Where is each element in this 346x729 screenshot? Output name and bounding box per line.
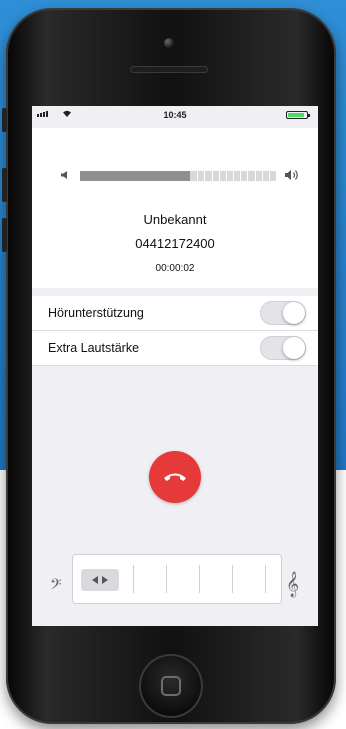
caller-number: 04412172400 <box>135 236 215 251</box>
end-call-button[interactable] <box>149 451 201 503</box>
volume-tick <box>233 171 234 181</box>
volume-tick <box>247 171 248 181</box>
home-button[interactable] <box>139 654 203 718</box>
front-camera <box>164 38 174 48</box>
bass-clef-icon: 𝄢 <box>50 576 62 597</box>
arrow-left-icon <box>92 576 98 584</box>
slider-divider <box>133 565 134 593</box>
volume-slider[interactable] <box>80 171 276 181</box>
mute-switch <box>2 108 7 132</box>
volume-slider-fill <box>80 171 190 181</box>
volume-up-side-button <box>2 168 7 202</box>
speaker-low-icon <box>61 171 67 179</box>
volume-tick <box>226 171 227 181</box>
volume-tick <box>197 171 198 181</box>
call-duration: 00:00:02 <box>155 263 195 274</box>
volume-tick <box>219 171 220 181</box>
slider-divider <box>265 565 266 593</box>
volume-tick <box>212 171 213 181</box>
volume-tick <box>269 171 270 181</box>
volume-down-side-button <box>2 218 7 252</box>
phone-hangup-icon <box>164 473 186 481</box>
volume-tick <box>262 171 263 181</box>
treble-clef-icon: 𝄞 <box>286 572 300 597</box>
caller-name: Unbekannt <box>143 212 207 227</box>
tone-slider[interactable] <box>72 554 282 604</box>
battery-icon <box>286 111 310 119</box>
tone-slider-handle[interactable] <box>81 569 119 591</box>
setting-row-hoerunterstuetzung: Hörunterstützung <box>32 296 318 331</box>
hoerunterstuetzung-toggle[interactable] <box>260 301 306 325</box>
status-bar: 10:45 <box>32 106 318 124</box>
phone-screen: 10:45 Unbekannt 04412172400 00:00:02 Hör… <box>32 106 318 626</box>
slider-divider <box>199 565 200 593</box>
setting-label: Hörunterstützung <box>48 306 144 320</box>
extra-lautstaerke-toggle[interactable] <box>260 336 306 360</box>
call-panel: Unbekannt 04412172400 00:00:02 <box>32 128 318 288</box>
volume-tick <box>204 171 205 181</box>
earpiece-speaker <box>130 66 208 73</box>
arrow-right-icon <box>102 576 108 584</box>
volume-tick <box>255 171 256 181</box>
volume-slider-track <box>190 171 276 181</box>
speaker-high-icon <box>285 170 298 180</box>
settings-list: Hörunterstützung Extra Lautstärke <box>32 296 318 366</box>
setting-row-extra-lautstaerke: Extra Lautstärke <box>32 331 318 366</box>
toggle-knob <box>283 337 305 359</box>
toggle-knob <box>283 302 305 324</box>
setting-label: Extra Lautstärke <box>48 341 140 355</box>
status-time: 10:45 <box>163 110 187 120</box>
volume-tick <box>240 171 241 181</box>
slider-divider <box>232 565 233 593</box>
slider-divider <box>166 565 167 593</box>
